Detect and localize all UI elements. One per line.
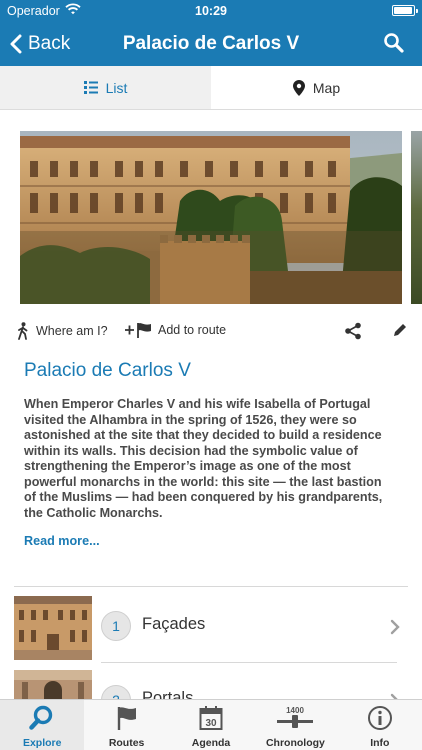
search-icon — [29, 705, 53, 730]
where-am-i-button[interactable]: Where am I? — [16, 322, 108, 340]
view-switcher: List Map — [0, 66, 422, 110]
tab-agenda[interactable]: 30 Agenda — [169, 700, 253, 750]
search-icon — [384, 33, 404, 53]
calendar-icon: 30 — [199, 706, 223, 730]
tab-list-label: List — [105, 79, 128, 96]
list-icon — [83, 81, 98, 94]
tab-chronology[interactable]: 1400 Chronology — [253, 700, 337, 750]
calendar-icon-number: 30 — [205, 718, 217, 729]
tab-map[interactable]: Map — [211, 66, 422, 109]
share-icon — [345, 322, 361, 340]
chronology-year: 1400 — [287, 706, 305, 715]
tab-explore[interactable]: Explore — [0, 700, 85, 750]
item-thumbnail — [14, 596, 92, 660]
add-to-route-label: Add to route — [158, 323, 227, 337]
battery-level — [394, 7, 413, 14]
tab-bar: Explore Routes 30 Agenda 1400 Chronology… — [0, 699, 422, 750]
action-bar: Where am I? Add to route — [0, 316, 422, 346]
info-icon — [367, 706, 392, 730]
section-divider — [14, 586, 408, 587]
walking-person-icon — [18, 322, 28, 340]
clock: 10:29 — [195, 4, 227, 18]
add-flag-icon — [125, 323, 151, 338]
navigation-bar: Back Palacio de Carlos V — [0, 22, 422, 66]
place-title: Palacio de Carlos V — [24, 360, 191, 381]
read-more-link[interactable]: Read more... — [24, 534, 100, 548]
map-pin-icon — [292, 79, 305, 96]
edit-button[interactable] — [392, 322, 408, 341]
add-to-route-button[interactable]: Add to route — [124, 322, 226, 338]
pencil-icon — [394, 324, 406, 336]
tab-info[interactable]: Info — [338, 700, 422, 750]
timeline-slider-icon: 1400 — [277, 706, 314, 728]
search-button[interactable] — [383, 32, 405, 54]
flag-icon — [117, 707, 136, 730]
status-bar: Operador 10:29 — [0, 0, 422, 22]
item-number-badge: 1 — [101, 611, 131, 641]
tab-agenda-label: Agenda — [191, 737, 231, 749]
place-description: When Emperor Charles V and his wife Isab… — [24, 397, 383, 520]
app-screen: Operador 10:29 Back Palacio de Carlos V — [0, 0, 422, 750]
share-button[interactable] — [344, 322, 362, 343]
tab-info-label: Info — [370, 737, 390, 749]
top-bar: Operador 10:29 Back Palacio de Carlos V — [0, 0, 422, 66]
tab-list[interactable]: List — [0, 66, 211, 109]
next-photo-peek[interactable] — [411, 131, 422, 304]
tab-explore-label: Explore — [22, 737, 62, 749]
list-item[interactable]: 1 Façades — [0, 596, 422, 660]
place-photo[interactable] — [20, 131, 402, 304]
tab-chronology-label: Chronology — [265, 737, 325, 749]
battery-icon — [392, 5, 418, 16]
tab-map-label: Map — [312, 79, 341, 96]
page-title: Palacio de Carlos V — [122, 33, 300, 54]
item-label: Façades — [142, 615, 206, 633]
row-divider — [101, 662, 397, 663]
where-am-i-label: Where am I? — [36, 324, 108, 338]
tab-routes[interactable]: Routes — [84, 700, 168, 750]
chevron-right-icon — [390, 619, 400, 635]
tab-routes-label: Routes — [108, 737, 145, 749]
